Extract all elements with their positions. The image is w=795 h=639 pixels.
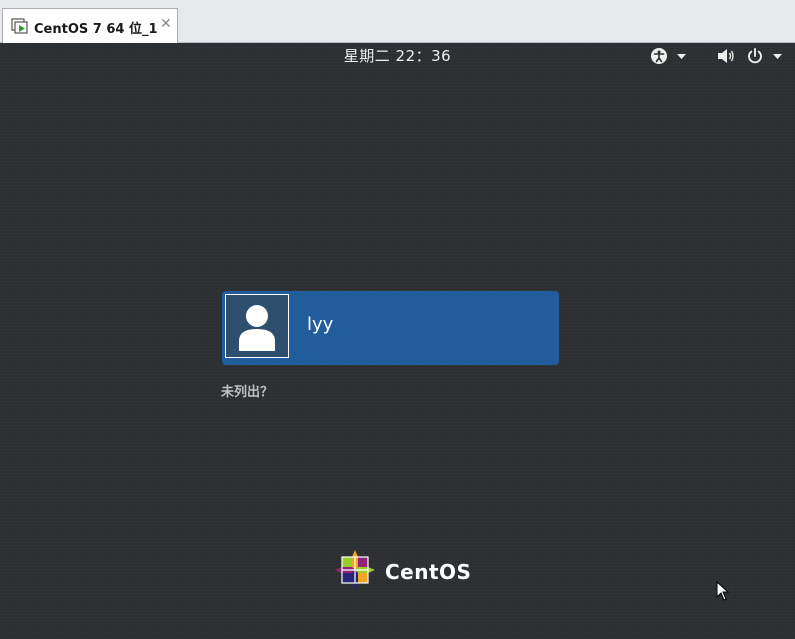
user-name: lyy xyxy=(307,314,334,335)
user-icon xyxy=(239,305,275,351)
user-list-item[interactable]: lyy xyxy=(222,291,559,365)
volume-icon[interactable] xyxy=(717,48,735,64)
logo-text: CentOS xyxy=(385,560,472,584)
vm-tab-bar: CentOS 7 64 位_1 ✕ xyxy=(0,0,795,43)
vm-icon xyxy=(11,18,28,34)
avatar xyxy=(225,294,289,358)
not-listed-link[interactable]: 未列出？ xyxy=(221,381,273,400)
centos-logo: CentOS xyxy=(333,548,473,594)
centos-logo-icon xyxy=(335,550,375,590)
close-icon[interactable]: ✕ xyxy=(160,16,172,32)
vm-tab[interactable]: CentOS 7 64 位_1 ✕ xyxy=(2,8,178,43)
vm-tab-label: CentOS 7 64 位_1 xyxy=(34,22,158,37)
login-screen: 星期二 22：36 lyy 未列出？ CentOS xyxy=(0,43,795,639)
chevron-down-icon[interactable] xyxy=(676,53,687,60)
power-icon[interactable] xyxy=(746,47,764,65)
chevron-down-icon[interactable] xyxy=(772,53,783,60)
mouse-cursor-icon xyxy=(716,581,730,601)
accessibility-icon[interactable] xyxy=(650,47,668,65)
